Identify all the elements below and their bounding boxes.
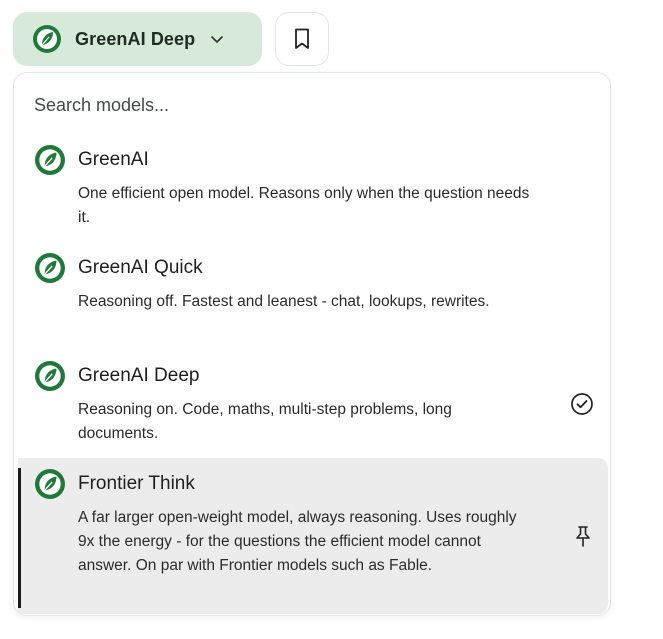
check-circle-icon (571, 393, 593, 415)
model-selector-button[interactable]: GreenAI Deep (13, 12, 262, 66)
model-description: A far larger open-weight model, always r… (78, 509, 517, 574)
model-description: Reasoning off. Fastest and leanest - cha… (78, 293, 490, 310)
pin-icon[interactable] (572, 524, 594, 548)
model-option-greenai[interactable]: GreenAI One efficient open model. Reason… (18, 145, 608, 230)
selected-model-label: GreenAI Deep (75, 28, 196, 49)
model-name: GreenAI (78, 149, 149, 170)
model-name: GreenAI Deep (78, 365, 200, 386)
model-description: Reasoning on. Code, maths, multi-step pr… (78, 401, 452, 442)
leaf-logo-icon (33, 25, 61, 53)
model-name: Frontier Think (78, 473, 195, 494)
model-name: GreenAI Quick (78, 257, 203, 278)
bookmark-button[interactable] (275, 12, 329, 66)
search-models-input[interactable] (34, 90, 574, 120)
leaf-logo-icon (35, 253, 65, 283)
leaf-logo-icon (35, 469, 65, 499)
bookmark-icon (295, 28, 309, 49)
model-option-frontier-think[interactable]: Frontier Think A far larger open-weight … (18, 458, 608, 614)
model-picker-screen: GreenAI Deep GreenAI One efficient open (0, 0, 663, 639)
model-dropdown-panel: GreenAI One efficient open model. Reason… (13, 72, 611, 616)
chevron-down-icon (211, 36, 224, 43)
leaf-logo-icon (35, 145, 65, 175)
model-description: One efficient open model. Reasons only w… (78, 185, 530, 226)
leaf-logo-icon (35, 361, 65, 391)
model-option-greenai-deep[interactable]: GreenAI Deep Reasoning on. Code, maths, … (18, 361, 608, 446)
model-option-greenai-quick[interactable]: GreenAI Quick Reasoning off. Fastest and… (18, 253, 608, 314)
